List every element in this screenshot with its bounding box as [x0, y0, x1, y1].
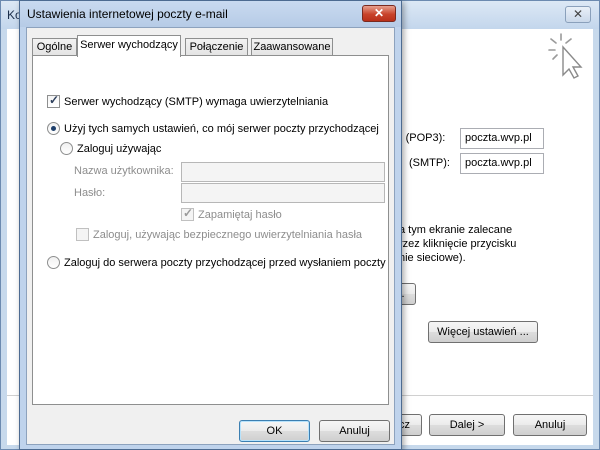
same-settings-label: Użyj tych samych ustawień, co mój serwer…: [64, 122, 379, 135]
ok-button[interactable]: OK: [239, 420, 310, 442]
tab-connection[interactable]: Połączenie: [185, 38, 248, 56]
remember-password-checkbox[interactable]: [181, 206, 194, 221]
tab-general[interactable]: Ogólne: [32, 38, 77, 56]
dialog-body: Ogólne Serwer wychodzący Połączenie Zaaw…: [26, 27, 395, 445]
smtp-auth-label: Serwer wychodzący (SMTP) wymaga uwierzyt…: [64, 95, 329, 108]
next-button[interactable]: Dalej >: [429, 414, 505, 436]
login-incoming-first-radio[interactable]: [47, 256, 60, 269]
dialog-title: Ustawienia internetowej poczty e-mail: [27, 7, 228, 21]
click-cursor-icon: [548, 33, 583, 79]
dialog-close-button[interactable]: ✕: [362, 5, 396, 22]
secure-auth-label: Zaloguj, używając bezpiecznego uwierzyte…: [93, 228, 363, 241]
username-input[interactable]: [181, 162, 385, 182]
login-incoming-first-label: Zaloguj do serwera poczty przychodzącej …: [64, 256, 386, 269]
background-cancel-button[interactable]: Anuluj: [513, 414, 587, 436]
more-settings-button[interactable]: Więcej ustawień ...: [428, 321, 538, 343]
secure-auth-checkbox[interactable]: [76, 228, 89, 241]
login-incoming-first-row[interactable]: Zaloguj do serwera poczty przychodzącej …: [47, 256, 386, 269]
outgoing-server-panel: Serwer wychodzący (SMTP) wymaga uwierzyt…: [32, 55, 389, 405]
info-text-line2: rzez kliknięcie przycisku: [399, 238, 517, 250]
dialog-titlebar: Ustawienia internetowej poczty e-mail ✕: [20, 1, 401, 27]
tab-outgoing-server[interactable]: Serwer wychodzący: [77, 35, 181, 57]
smtp-label: (SMTP):: [409, 157, 450, 169]
login-using-label: Zaloguj używając: [77, 142, 162, 155]
smtp-auth-row[interactable]: Serwer wychodzący (SMTP) wymaga uwierzyt…: [47, 93, 329, 108]
dialog-cancel-button[interactable]: Anuluj: [319, 420, 390, 442]
same-settings-row[interactable]: Użyj tych samych ustawień, co mój serwer…: [47, 122, 379, 135]
password-input[interactable]: [181, 183, 385, 203]
info-text-line1: a tym ekranie zalecane: [399, 224, 513, 236]
username-label: Nazwa użytkownika:: [74, 165, 174, 177]
remember-password-row[interactable]: Zapamiętaj hasło: [181, 206, 282, 221]
password-label: Hasło:: [74, 187, 106, 199]
internet-email-settings-dialog: Ustawienia internetowej poczty e-mail ✕ …: [19, 0, 402, 450]
tab-advanced[interactable]: Zaawansowane: [251, 38, 333, 56]
smtp-auth-checkbox[interactable]: [47, 93, 60, 108]
smtp-server-input[interactable]: poczta.wvp.pl: [460, 153, 544, 174]
login-using-row[interactable]: Zaloguj używając: [60, 142, 161, 155]
pop3-server-input[interactable]: poczta.wvp.pl: [460, 128, 544, 149]
login-using-radio[interactable]: [60, 142, 73, 155]
secure-auth-row[interactable]: Zaloguj, używając bezpiecznego uwierzyte…: [76, 228, 362, 241]
info-text-line3: nie sieciowe).: [399, 252, 466, 264]
remember-password-label: Zapamiętaj hasło: [198, 208, 282, 221]
same-settings-radio[interactable]: [47, 122, 60, 135]
background-close-button[interactable]: ✕: [565, 6, 591, 23]
